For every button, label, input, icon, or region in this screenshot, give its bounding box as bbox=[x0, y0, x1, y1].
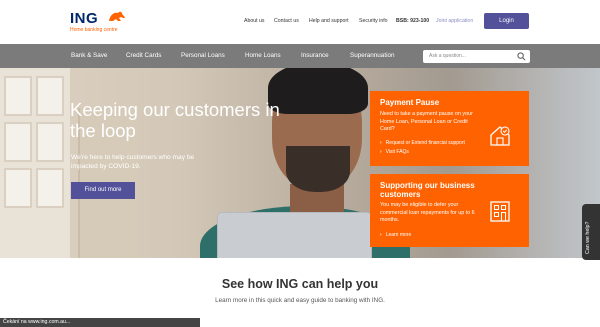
window-background bbox=[0, 68, 70, 258]
help-and-support-link[interactable]: Help and support bbox=[309, 18, 349, 24]
visit-faqs-link[interactable]: Visit FAQs bbox=[380, 149, 409, 155]
contact-us-link[interactable]: Contact us bbox=[274, 18, 299, 24]
section-subtitle: Learn more in this quick and easy guide … bbox=[215, 297, 385, 304]
card-text: Need to take a payment pause on your Hom… bbox=[380, 111, 473, 133]
security-info-link[interactable]: Security info bbox=[359, 18, 388, 24]
nav-item-superannuation[interactable]: Superannuation bbox=[350, 52, 394, 59]
business-customers-card[interactable]: Supporting our business customers You ma… bbox=[370, 174, 529, 247]
status-text: Čekání na www.ing.com.au... bbox=[3, 319, 71, 325]
section-title: See how ING can help you bbox=[221, 277, 379, 291]
joint-application-link[interactable]: Joint application bbox=[436, 18, 473, 24]
lion-icon bbox=[109, 11, 125, 21]
person-beard bbox=[286, 146, 350, 192]
nav-item-credit-cards[interactable]: Credit Cards bbox=[126, 52, 161, 59]
login-button[interactable]: Login bbox=[484, 13, 529, 29]
about-us-link[interactable]: About us bbox=[244, 18, 264, 24]
payment-pause-card[interactable]: Payment Pause Need to take a payment pau… bbox=[370, 91, 529, 166]
ing-logo[interactable]: ING Home banking centre bbox=[70, 10, 125, 33]
nav-item-personal-loans[interactable]: Personal Loans bbox=[181, 52, 225, 59]
find-out-more-button[interactable]: Find out more bbox=[71, 182, 135, 199]
search-placeholder: Ask a question... bbox=[429, 53, 466, 59]
nav-item-insurance[interactable]: Insurance bbox=[301, 52, 329, 59]
card-title: Supporting our business customers bbox=[380, 181, 475, 199]
search-input[interactable]: Ask a question... bbox=[423, 50, 530, 63]
hero-subtitle: We're here to help customers who may be … bbox=[71, 154, 195, 170]
hero-title: Keeping our customers in the loop bbox=[70, 99, 280, 141]
nav-item-home-loans[interactable]: Home Loans bbox=[245, 52, 281, 59]
card-text: You may be eligible to defer your commer… bbox=[380, 202, 475, 224]
top-bar: ING Home banking centre About us Contact… bbox=[0, 0, 600, 44]
logo-text: ING bbox=[70, 10, 99, 27]
request-support-link[interactable]: Request or Extend financial support bbox=[380, 140, 465, 146]
can-we-help-tab[interactable]: Can we help? bbox=[582, 204, 600, 260]
search-icon[interactable] bbox=[517, 52, 526, 61]
building-icon bbox=[490, 201, 510, 222]
browser-status-bar: Čekání na www.ing.com.au... bbox=[0, 318, 200, 327]
laptop bbox=[217, 212, 372, 258]
bsb-number: BSB: 923-100 bbox=[396, 18, 430, 24]
house-check-icon bbox=[490, 126, 510, 146]
nav-item-bank-and-save[interactable]: Bank & Save bbox=[71, 52, 107, 59]
card-title: Payment Pause bbox=[380, 98, 440, 107]
side-tab-label: Can we help? bbox=[585, 221, 591, 254]
learn-more-link[interactable]: Learn more bbox=[380, 232, 412, 238]
tagline: Home banking centre bbox=[70, 27, 118, 33]
